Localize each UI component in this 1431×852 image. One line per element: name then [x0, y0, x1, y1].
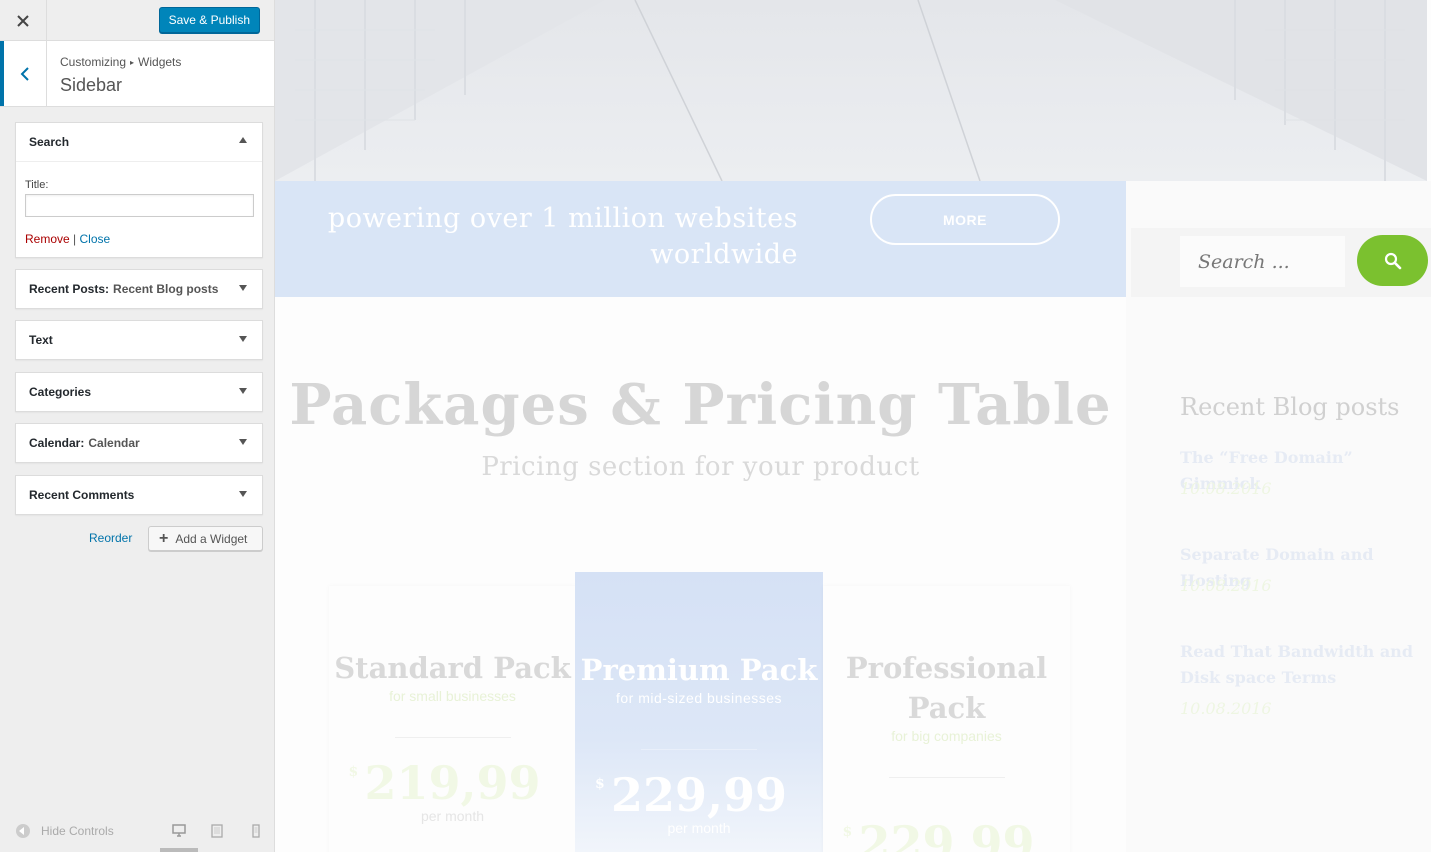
widget-title: Recent Comments [29, 488, 135, 502]
hero-image [275, 0, 1427, 181]
chevron-left-icon [20, 66, 29, 81]
widget-categories-header[interactable]: Categories [16, 373, 262, 411]
mobile-preview-icon[interactable] [249, 824, 263, 838]
desktop-preview-icon[interactable] [172, 824, 186, 838]
recent-posts-title: Recent Blog posts [1180, 393, 1400, 421]
breadcrumb-item: Widgets [138, 55, 182, 69]
widget-recent-comments[interactable]: Recent Comments [15, 475, 263, 515]
package-price: $219,99 [329, 756, 576, 810]
expand-arrow-icon[interactable] [239, 491, 247, 497]
price-period: per month [667, 820, 731, 836]
widget-title: Search [29, 135, 70, 149]
pricing-card-premium: Premium Pack for mid-sized businesses $2… [575, 572, 823, 852]
package-name: Premium Pack [580, 653, 818, 687]
post-date: 10.08.2016 [1180, 576, 1272, 595]
pricing-card-professional: Professional Pack for big companies $229… [823, 586, 1070, 852]
tablet-preview-icon[interactable] [210, 824, 224, 838]
breadcrumb-separator-icon: ▸ [130, 58, 135, 67]
breadcrumb: Customizing ▸ Widgets [60, 55, 181, 69]
divider [641, 749, 757, 750]
currency-symbol: $ [594, 776, 605, 792]
search-widget: Search ... [1131, 228, 1431, 297]
widget-subtitle: Calendar [88, 436, 140, 450]
customizer-footer: Hide Controls [0, 812, 274, 852]
widget-title: Categories [29, 385, 92, 399]
section-title-bar: Customizing ▸ Widgets Sidebar [0, 41, 274, 107]
customizer-panel: Save & Publish Customizing ▸ Widgets Sideb… [0, 0, 275, 852]
widget-search-header[interactable]: Search [16, 123, 262, 161]
widget-recent-posts[interactable]: Recent Posts: Recent Blog posts [15, 269, 263, 309]
close-customizer-button[interactable] [0, 0, 47, 41]
widget-title: Text [29, 333, 53, 347]
currency-symbol: $ [842, 824, 853, 840]
site-preview: powering over 1 million websites worldwi… [275, 0, 1431, 852]
more-button[interactable]: MORE [870, 194, 1060, 245]
close-icon [17, 14, 29, 27]
widget-search: Search Title: Remove | Close [15, 122, 263, 258]
remove-widget-link[interactable]: Remove [25, 232, 70, 246]
title-input[interactable] [25, 194, 254, 217]
server-corridor-image [275, 0, 1427, 181]
price-value: 229,99 [610, 768, 788, 822]
expand-arrow-icon[interactable] [239, 336, 247, 342]
widget-title: Recent Posts: [29, 282, 110, 296]
package-name: Professional Pack [845, 651, 1048, 725]
widget-categories[interactable]: Categories [15, 372, 263, 412]
widget-recent-comments-header[interactable]: Recent Comments [16, 476, 262, 514]
expand-arrow-icon[interactable] [239, 439, 247, 445]
pricing-title: Packages & Pricing Table [289, 372, 1112, 438]
promo-banner: powering over 1 million websites worldwi… [275, 181, 1126, 297]
collapse-arrow-icon[interactable] [239, 137, 247, 143]
price-value: 219,99 [364, 756, 541, 810]
package-price: $229,99 [575, 768, 823, 822]
package-desc: for big companies [891, 728, 1002, 744]
currency-symbol: $ [348, 764, 359, 780]
package-desc: for mid-sized businesses [615, 690, 783, 706]
divider [888, 777, 1005, 778]
plus-icon: + [159, 529, 169, 547]
hide-controls-button[interactable]: Hide Controls [16, 824, 114, 838]
search-input[interactable]: Search ... [1180, 236, 1345, 287]
actions-separator: | [73, 232, 77, 246]
hide-controls-label: Hide Controls [41, 824, 114, 838]
widget-calendar-header[interactable]: Calendar: Calendar [16, 424, 262, 462]
package-desc: for small businesses [389, 688, 516, 704]
reorder-link[interactable]: Reorder [89, 531, 132, 545]
widget-text[interactable]: Text [15, 320, 263, 360]
package-name: Standard Pack [334, 651, 571, 685]
package-price: $229,99 [823, 816, 1070, 852]
breadcrumb-item: Customizing [60, 55, 127, 69]
collapse-icon [16, 824, 30, 838]
search-button[interactable] [1357, 235, 1428, 286]
divider [394, 737, 511, 738]
section-name: Sidebar [60, 75, 123, 95]
pricing-card-standard: Standard Pack for small businesses $219,… [329, 586, 576, 852]
widget-title: Calendar: [29, 436, 85, 450]
widget-actions: Remove | Close [25, 232, 253, 246]
preview-sidebar: Search ... Recent Blog posts The “Free D… [1126, 181, 1431, 852]
widget-search-body: Title: Remove | Close [16, 161, 262, 246]
back-button[interactable] [0, 41, 47, 106]
add-widget-button[interactable]: + Add a Widget [148, 526, 263, 551]
expand-arrow-icon[interactable] [239, 285, 247, 291]
widget-subtitle: Recent Blog posts [113, 282, 219, 296]
search-icon [1384, 252, 1401, 269]
expand-arrow-icon[interactable] [239, 388, 247, 394]
widget-recent-posts-header[interactable]: Recent Posts: Recent Blog posts [16, 270, 262, 308]
post-date: 10.08.2016 [1180, 699, 1272, 718]
active-device-indicator [160, 848, 198, 852]
price-period: per month [420, 808, 485, 824]
pricing-subtitle: Pricing section for your product [481, 452, 920, 482]
price-value: 229,99 [858, 816, 1035, 852]
customizer-header: Save & Publish [0, 0, 274, 41]
add-widget-label: Add a Widget [175, 531, 248, 546]
widget-calendar[interactable]: Calendar: Calendar [15, 423, 263, 463]
post-link[interactable]: Read That Bandwidth and Disk space Terms [1180, 639, 1430, 691]
widget-text-header[interactable]: Text [16, 321, 262, 359]
close-widget-link[interactable]: Close [80, 232, 111, 246]
save-publish-button[interactable]: Save & Publish [158, 7, 260, 33]
post-date: 10.08.2016 [1180, 479, 1272, 498]
title-label: Title: [25, 179, 49, 191]
banner-text: powering over 1 million websites worldwi… [327, 203, 798, 270]
